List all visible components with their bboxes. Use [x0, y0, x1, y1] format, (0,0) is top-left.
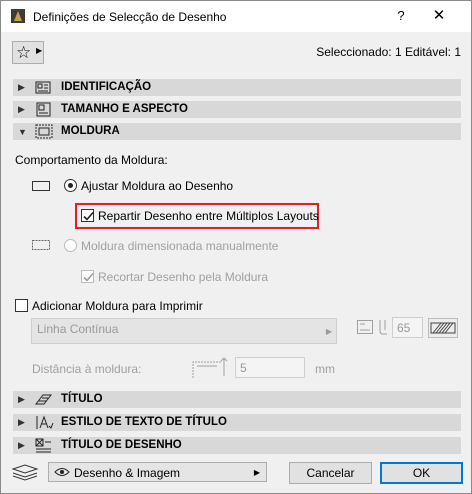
- layers-icon: [11, 464, 39, 481]
- title-bar: Definições de Selecção de Desenho ? ✕: [1, 1, 471, 32]
- chevron-right-icon: ▶: [325, 327, 332, 336]
- frame-icon: [35, 124, 53, 139]
- panel-label: TÍTULO DE DESENHO: [61, 439, 182, 451]
- text-style-icon: [36, 415, 54, 429]
- add-print-frame-checkbox[interactable]: [15, 299, 28, 312]
- expand-arrow-icon: ▶: [18, 417, 25, 427]
- collapse-arrow-icon: ▼: [18, 127, 27, 137]
- expand-arrow-icon: ▶: [18, 82, 25, 92]
- line-sample-icon: [357, 320, 373, 334]
- id-info-icon: [35, 81, 51, 94]
- panel-label: ESTILO DE TEXTO DE TÍTULO: [61, 416, 227, 428]
- panel-title[interactable]: ▶ TÍTULO: [13, 391, 461, 408]
- panel-size-appearance[interactable]: ▶ TAMANHO E ASPECTO: [13, 101, 461, 118]
- panel-label: IDENTIFICAÇÃO: [61, 81, 152, 93]
- panel-title-text-style[interactable]: ▶ ESTILO DE TEXTO DE TÍTULO: [13, 414, 461, 431]
- panel-label: TÍTULO: [61, 393, 103, 405]
- panel-label: TAMANHO E ASPECTO: [61, 103, 188, 115]
- window-title: Definições de Selecção de Desenho: [33, 10, 227, 24]
- size-appearance-icon: [36, 102, 51, 117]
- checkmark-icon: [83, 211, 94, 221]
- frame-behavior-label: Comportamento da Moldura:: [15, 153, 168, 167]
- title-icon: [34, 394, 53, 405]
- archicad-app-icon: [11, 9, 25, 23]
- manual-frame-label: Moldura dimensionada manualmente: [81, 239, 279, 253]
- eye-icon: [54, 468, 70, 476]
- crop-drawing-checkbox[interactable]: [81, 270, 94, 283]
- favorites-button[interactable]: ☆ ▶: [12, 41, 44, 64]
- fit-frame-radio[interactable]: [64, 179, 77, 192]
- drawing-title-icon: [35, 438, 51, 453]
- cancel-button[interactable]: Cancelar: [289, 462, 372, 484]
- selection-info: Seleccionado: 1 Editável: 1: [316, 45, 461, 59]
- expand-arrow-icon: ▶: [18, 440, 25, 450]
- distance-unit: mm: [315, 362, 335, 376]
- view-option-value: Desenho & Imagem: [74, 466, 181, 480]
- split-layouts-label: Repartir Desenho entre Múltiplos Layouts: [98, 209, 319, 223]
- panel-frame[interactable]: ▼ MOLDURA: [13, 123, 461, 140]
- line-type-value: Linha Contínua: [37, 322, 119, 336]
- help-button[interactable]: ?: [393, 8, 409, 24]
- expand-arrow-icon: ▶: [18, 394, 25, 404]
- pen-number-field[interactable]: 65: [392, 317, 423, 338]
- distance-field[interactable]: 5: [235, 357, 305, 378]
- chevron-right-icon: ▶: [36, 46, 43, 55]
- expand-arrow-icon: ▶: [18, 104, 25, 114]
- panel-drawing-title[interactable]: ▶ TÍTULO DE DESENHO: [13, 437, 461, 454]
- panel-label: MOLDURA: [61, 125, 120, 137]
- distance-offset-icon: [192, 357, 228, 378]
- fit-frame-label: Ajustar Moldura ao Desenho: [81, 179, 234, 193]
- distance-label: Distância à moldura:: [32, 362, 142, 376]
- line-type-dropdown[interactable]: Linha Contínua ▶: [31, 318, 337, 344]
- fit-frame-icon: [32, 181, 50, 191]
- checkmark-icon: [83, 272, 94, 282]
- ok-button[interactable]: OK: [380, 462, 463, 484]
- view-option-dropdown[interactable]: Desenho & Imagem ▶: [48, 462, 267, 482]
- split-layouts-checkbox[interactable]: [81, 209, 94, 222]
- panel-identification[interactable]: ▶ IDENTIFICAÇÃO: [13, 79, 461, 96]
- dialog-window: Definições de Selecção de Desenho ? ✕ ☆ …: [0, 0, 472, 494]
- manual-frame-radio[interactable]: [64, 239, 77, 252]
- manual-frame-icon: [32, 240, 50, 250]
- close-button[interactable]: ✕: [431, 6, 447, 24]
- pen-icon: [379, 320, 387, 335]
- star-icon: ☆: [16, 43, 32, 62]
- pen-color-swatch-icon[interactable]: [428, 318, 458, 338]
- add-print-frame-label: Adicionar Moldura para Imprimir: [32, 299, 203, 313]
- crop-drawing-label: Recortar Desenho pela Moldura: [98, 270, 269, 284]
- chevron-right-icon: ▶: [253, 468, 260, 477]
